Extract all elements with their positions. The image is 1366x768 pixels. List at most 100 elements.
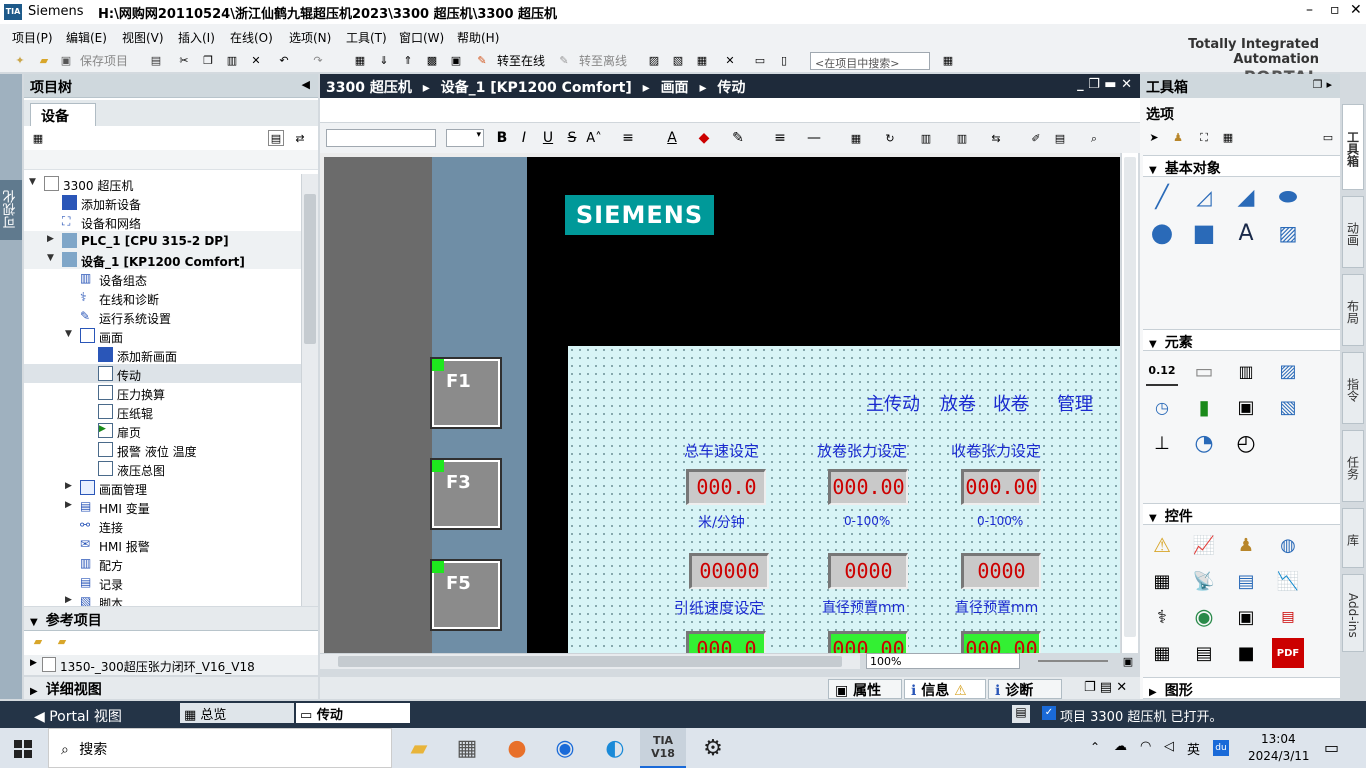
tree-item[interactable]: 添加新设备 <box>24 193 301 212</box>
file-explorer-icon[interactable]: ▰ <box>396 728 442 768</box>
copy-icon[interactable]: ❐ <box>200 52 216 68</box>
zoom-window-icon[interactable]: ⌕ <box>1086 130 1102 146</box>
side-tab-instructions[interactable]: 指令 <box>1342 352 1364 424</box>
tree-item[interactable]: 压力换算 <box>24 383 301 402</box>
diameter-preset-2-io-field[interactable]: 0000 <box>961 553 1041 589</box>
graphic-io-tool-icon[interactable]: ▨ <box>1272 356 1304 386</box>
tray-volume-icon[interactable]: ◁ <box>1164 739 1174 754</box>
font-select[interactable] <box>326 129 436 147</box>
font-size-select[interactable]: ▾ <box>446 129 484 147</box>
same-size-icon[interactable]: ⇆ <box>988 130 1004 146</box>
nav-rewind[interactable]: 收卷 <box>993 390 1029 416</box>
hierarchy-icon[interactable]: ⛶ <box>1196 129 1212 145</box>
menu-insert[interactable]: 插入(I) <box>178 29 215 46</box>
search-go-icon[interactable]: ▦ <box>940 52 956 68</box>
print-icon[interactable]: ▤ <box>148 52 164 68</box>
close-reference-icon[interactable]: ▰ <box>54 633 70 649</box>
menu-tools[interactable]: 工具(T) <box>346 29 387 46</box>
tree-item[interactable]: ⚕ 在线和诊断 <box>24 288 301 307</box>
font-color-icon[interactable]: A <box>664 130 680 146</box>
canvas-horizontal-scrollbar[interactable] <box>320 653 860 669</box>
line-color-icon[interactable]: ✎ <box>730 130 746 146</box>
tree-item[interactable]: ▶ ▧ 脚本 <box>24 592 301 606</box>
clock-date[interactable]: 2024/3/11 <box>1248 749 1310 763</box>
toolbox-controls[interactable]: ❐ ▸ <box>1313 78 1332 91</box>
save-project-button[interactable]: 保存项目 <box>80 52 128 69</box>
tree-item[interactable]: ✉ HMI 报警 <box>24 535 301 554</box>
start-sim-icon[interactable]: ▣ <box>448 52 464 68</box>
button-tool-icon[interactable]: ▭ <box>1188 356 1220 386</box>
pdf-tool-icon[interactable]: PDF <box>1272 638 1304 668</box>
accessible-devices-icon[interactable]: ▨ <box>646 52 662 68</box>
tree-item[interactable]: ▶ ▤ HMI 变量 <box>24 497 301 516</box>
open-reference-icon[interactable]: ▰ <box>30 633 46 649</box>
restore-button[interactable]: ▫ <box>1330 2 1340 18</box>
tray-du-icon[interactable]: du <box>1213 740 1229 756</box>
date-time-tool-icon[interactable]: ◷ <box>1146 392 1178 422</box>
tray-chevron-icon[interactable]: ⌃ <box>1090 740 1100 754</box>
visualization-side-tab[interactable]: 可视化 <box>0 180 22 240</box>
canvas-vertical-scrollbar[interactable] <box>1121 153 1138 653</box>
breadcrumb-screen[interactable]: 传动 <box>717 80 745 96</box>
alarm-view-tool-icon[interactable]: ⚠ <box>1146 530 1178 560</box>
table-icon[interactable]: ▦ <box>1220 129 1236 145</box>
split-horizontal-icon[interactable]: ▭ <box>752 52 768 68</box>
italic-icon[interactable]: I <box>516 130 532 146</box>
tree-refresh-icon[interactable]: ⇄ <box>292 130 308 146</box>
f5-key[interactable]: F5 <box>430 559 502 631</box>
tree-item[interactable]: ▼ 画面 <box>24 326 301 345</box>
calculator-icon[interactable]: ▦ <box>444 728 490 768</box>
reference-item[interactable]: ▶ 1350-_300超压张力闭环_V16_V18 <box>24 655 318 675</box>
windows-start-icon[interactable] <box>14 740 32 758</box>
pointer-icon[interactable]: ➤ <box>1146 129 1162 145</box>
overview-tab[interactable]: ▦ 总览 <box>180 703 294 723</box>
circle-tool-icon[interactable]: ● <box>1146 218 1178 248</box>
firefox-icon[interactable]: ● <box>494 728 540 768</box>
side-tab-addins[interactable]: Add-ins <box>1342 574 1364 652</box>
tia-portal-icon[interactable]: TIA V18 <box>640 728 686 768</box>
recipe-view-tool-icon[interactable]: ▦ <box>1146 566 1178 596</box>
tree-item[interactable]: ⛶ 设备和网络 <box>24 212 301 231</box>
close-project-icon[interactable]: ✕ <box>722 52 738 68</box>
undo-icon[interactable]: ↶ <box>276 52 292 68</box>
trend-view-tool-icon[interactable]: 📈 <box>1188 530 1220 560</box>
format-painter-icon[interactable]: ✐ <box>1028 130 1044 146</box>
bring-front-icon[interactable]: ▦ <box>848 130 864 146</box>
properties-tab[interactable]: ▣ 属性 <box>828 679 902 699</box>
redo-icon[interactable]: ↷ <box>310 52 326 68</box>
tree-item[interactable]: 压纸辊 <box>24 402 301 421</box>
tray-wifi-icon[interactable]: ◠ <box>1140 739 1151 754</box>
nav-manage[interactable]: 管理 <box>1057 390 1093 416</box>
layers-icon[interactable]: ▤ <box>1052 130 1068 146</box>
tree-item[interactable]: 传动 <box>24 364 301 383</box>
close-window-button[interactable]: ✕ <box>1350 2 1362 18</box>
camera-tool-icon[interactable]: ■ <box>1230 638 1262 668</box>
go-offline-button[interactable]: 转至离线 <box>579 52 627 69</box>
tree-item[interactable]: 添加新画面 <box>24 345 301 364</box>
speed-display-field[interactable]: 000.0 <box>686 631 766 653</box>
tree-item[interactable]: ▥ 设备组态 <box>24 269 301 288</box>
cross-reference-icon[interactable]: ▧ <box>670 52 686 68</box>
delete-icon[interactable]: ✕ <box>248 52 264 68</box>
font-size-up-icon[interactable]: A˄ <box>586 130 602 146</box>
settings-gear-icon[interactable]: ⚙ <box>690 728 736 768</box>
portal-view-button[interactable]: ◀ Portal 视图 <box>34 706 122 726</box>
minimize-button[interactable]: – <box>1306 2 1313 18</box>
unwind-tension-io-field[interactable]: 000.00 <box>828 469 908 505</box>
compare-icon[interactable]: ▦ <box>694 52 710 68</box>
simulate-icon[interactable]: ▩ <box>424 52 440 68</box>
search-input[interactable]: <在项目中搜索> <box>810 52 930 70</box>
user-view-tool-icon[interactable]: ♟ <box>1230 530 1262 560</box>
diagnostics-tab[interactable]: ℹ 诊断 <box>988 679 1062 699</box>
polyline-tool-icon[interactable]: ◿ <box>1188 182 1220 212</box>
switch-tool-icon[interactable]: ▣ <box>1230 392 1262 422</box>
zoom-slider[interactable] <box>1038 660 1108 662</box>
graphic-view-tool-icon[interactable]: ▨ <box>1272 218 1304 248</box>
menu-edit[interactable]: 编辑(E) <box>66 29 107 46</box>
tree-item[interactable]: ▤ 记录 <box>24 573 301 592</box>
save-icon[interactable]: ▣ <box>58 52 74 68</box>
paste-icon[interactable]: ▥ <box>224 52 240 68</box>
device-tab[interactable]: 设备 <box>30 103 96 126</box>
current-screen-tab[interactable]: ▭ 传动 <box>296 703 410 723</box>
split-vertical-icon[interactable]: ▯ <box>776 52 792 68</box>
